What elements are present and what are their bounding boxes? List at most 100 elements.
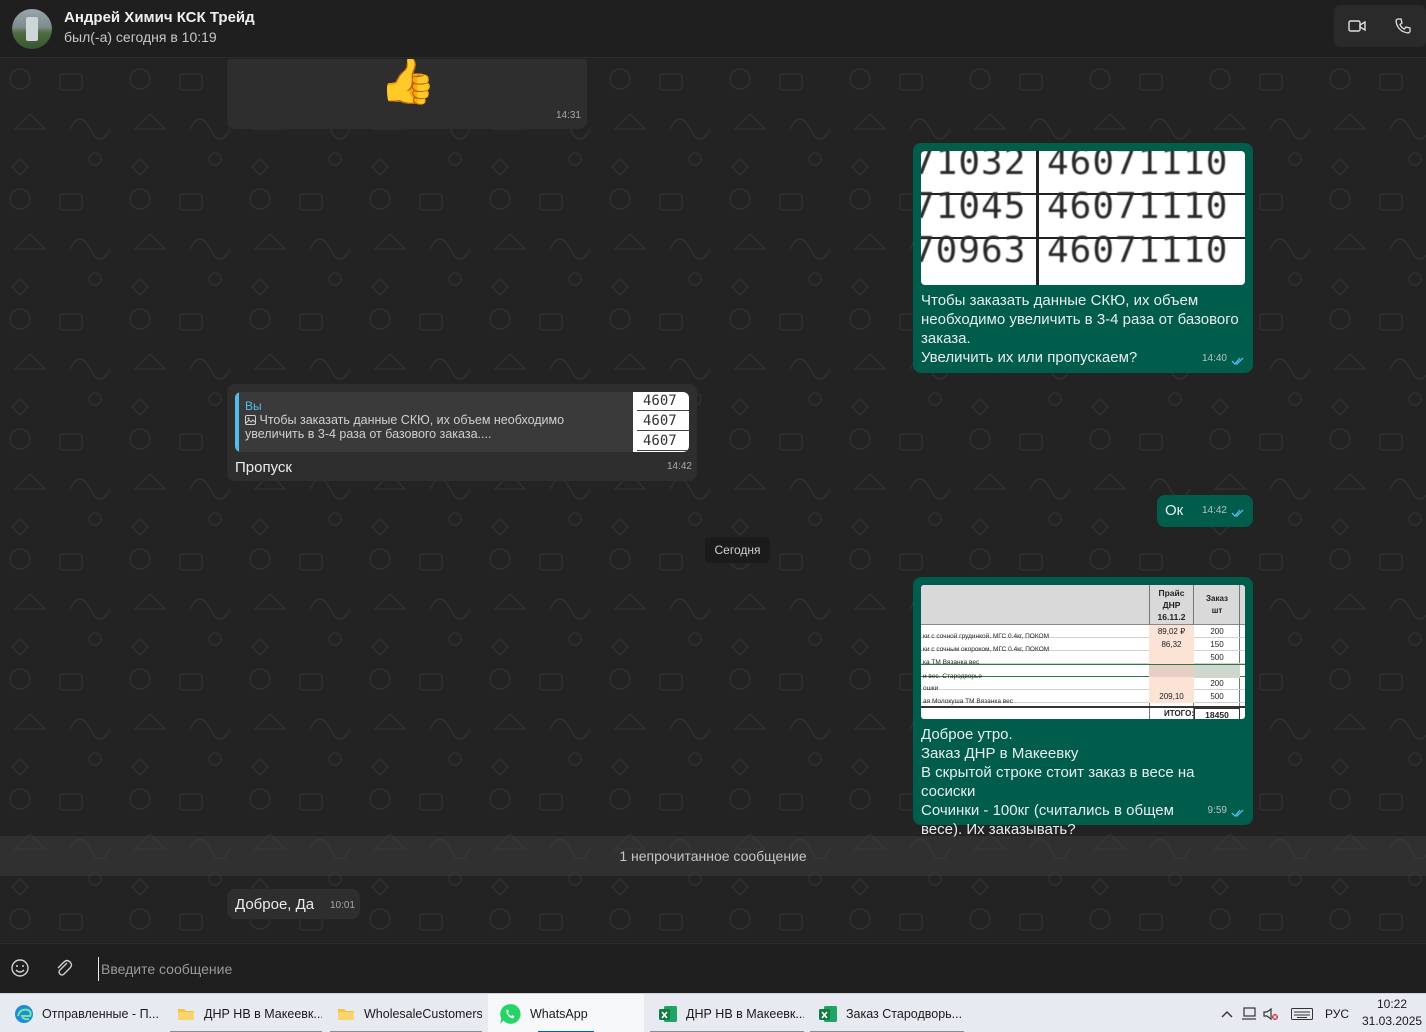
sheet-row: ки с сочным окороком, МГС 0.4кг, ПОКОМ 8… (921, 638, 1245, 653)
clock-time: 10:22 (1376, 997, 1408, 1011)
sheet-row: ка ТМ Вязанка вес 500 (921, 651, 1245, 666)
sheet-row: ошки 200 (921, 677, 1245, 692)
message-time: 14:42 (1201, 505, 1227, 516)
sku-image[interactable]: 71032 46071110 71045 46071110 70963 4607… (921, 151, 1245, 285)
network-button[interactable] (1238, 994, 1260, 1032)
quoted-message[interactable]: Вы Чтобы заказать данные СКЮ, их объем н… (235, 392, 689, 452)
task-label: Отправленные - П... (42, 1006, 159, 1021)
call-buttons (1334, 5, 1426, 47)
taskbar-item-folder[interactable]: ДНР НВ в Макеевк... (170, 994, 322, 1032)
task-label: ДНР НВ в Макеевк... (686, 1006, 804, 1021)
sheet-price: 86,32 (1149, 638, 1194, 651)
chat-area[interactable]: 👍 14:31 71032 46071110 71045 46071110 70… (0, 59, 1426, 943)
message-incoming[interactable]: 👍 14:31 (227, 59, 587, 129)
spreadsheet-image[interactable]: Прайс ДНР 16.11.2 Заказ шт ки с сочной г… (921, 585, 1245, 719)
image-icon (245, 415, 256, 425)
video-camera-icon (1348, 20, 1366, 32)
message-time: 14:42 (666, 461, 692, 472)
taskbar-item-excel[interactable]: Заказ Стародворь... (810, 994, 964, 1032)
show-hidden-icons-button[interactable] (1216, 994, 1238, 1032)
sheet-price: 89,02 ₽ (1149, 625, 1194, 638)
sheet-price (1149, 677, 1194, 690)
read-ticks-icon (1231, 809, 1244, 817)
unread-divider: 1 непрочитанное сообщение (0, 836, 1426, 876)
price-header: Прайс ДНР 16.11.2 (1157, 588, 1186, 622)
total-value: 18450 (1194, 708, 1240, 719)
table-divider (1036, 151, 1039, 285)
thumbs-up-emoji: 👍 (379, 59, 437, 106)
message-incoming[interactable]: Доброе, Да 10:01 (227, 889, 360, 919)
barcode: 46071110 (1047, 151, 1229, 183)
contact-avatar[interactable] (12, 9, 52, 49)
sku-code: 71045 (921, 186, 1027, 227)
total-label: ИТОГО: (1164, 709, 1194, 718)
speaker-muted-icon (1263, 1007, 1278, 1020)
sheet-qty: 200 (1210, 627, 1224, 636)
sheet-qty: 500 (1210, 692, 1224, 701)
quote-thumbnail: 4607 4607 4607 (633, 392, 689, 452)
sheet-total-row: ИТОГО: 18450 (921, 706, 1245, 719)
voice-call-button[interactable] (1380, 5, 1426, 47)
message-text: Пропуск (235, 459, 292, 476)
message-time: 10:01 (329, 900, 355, 911)
sheet-price (1149, 651, 1194, 664)
message-time: 14:40 (1201, 353, 1227, 364)
clock-date: 31.03.2025 (1362, 1014, 1423, 1028)
keyboard-button[interactable] (1288, 994, 1316, 1032)
sheet-row: и вес. Стародворье (921, 664, 1245, 680)
quote-accent-bar (235, 392, 239, 452)
message-text: Чтобы заказать данные СКЮ, их объем необ… (921, 292, 1239, 366)
sku-code: 71032 (921, 151, 1027, 183)
network-icon (1242, 1006, 1256, 1020)
quote-text: Чтобы заказать данные СКЮ, их объем необ… (245, 413, 625, 441)
message-time: 9:59 (1207, 805, 1227, 816)
read-ticks-icon (1231, 357, 1244, 365)
folder-icon (178, 1008, 194, 1020)
message-text: Ок (1165, 502, 1184, 519)
taskbar-item-edge[interactable]: Отправленные - П... (8, 994, 164, 1032)
barcode: 46071110 (1047, 186, 1229, 227)
task-label: ДНР НВ в Макеевк... (204, 1006, 322, 1021)
taskbar-item-folder[interactable]: WholesaleCustomers (330, 994, 482, 1032)
message-time: 14:31 (555, 110, 581, 121)
message-text: Доброе, Да (235, 896, 315, 913)
sheet-row: ки с сочной грудинкой, МГС 0.4кг, ПОКОМ … (921, 625, 1245, 640)
excel-icon (659, 1005, 677, 1022)
message-input[interactable] (98, 957, 1398, 981)
sheet-qty: 500 (1210, 653, 1224, 662)
message-composer (0, 943, 1426, 993)
clock[interactable]: 10:22 31.03.2025 (1362, 996, 1422, 1030)
message-outgoing[interactable]: Прайс ДНР 16.11.2 Заказ шт ки с сочной г… (913, 577, 1253, 838)
video-call-button[interactable] (1334, 5, 1380, 47)
chat-header: Андрей Химич КСК Трейд был(-а) сегодня в… (0, 0, 1426, 58)
message-outgoing[interactable]: Ок 14:42 (1157, 495, 1253, 527)
windows-taskbar: Отправленные - П... ДНР НВ в Макеевк... … (0, 993, 1426, 1032)
folder-icon (338, 1008, 354, 1020)
keyboard-icon (1291, 1007, 1313, 1020)
emoji-icon[interactable] (10, 958, 30, 978)
message-text: Доброе утро. Заказ ДНР в Макеевку В скры… (921, 726, 1195, 838)
message-outgoing[interactable]: 71032 46071110 71045 46071110 70963 4607… (913, 143, 1253, 373)
edge-icon (15, 1004, 33, 1023)
sheet-row: ая Молокуша ТМ Вязанка вес 209,10 500 (921, 690, 1245, 705)
thumb-row: 4607 (637, 432, 689, 451)
taskbar-item-excel[interactable]: ДНР НВ в Макеевк... (650, 994, 804, 1032)
volume-button[interactable] (1260, 994, 1282, 1032)
taskbar-item-whatsapp[interactable]: WhatsApp (488, 994, 644, 1032)
sheet-qty: 200 (1210, 679, 1224, 688)
paperclip-icon[interactable] (53, 957, 73, 979)
date-divider: Сегодня (705, 537, 770, 563)
thumb-row: 4607 (637, 412, 689, 431)
whatsapp-icon (500, 1003, 521, 1024)
quote-text-content: Чтобы заказать данные СКЮ, их объем необ… (245, 413, 565, 441)
sheet-qty: 150 (1210, 640, 1224, 649)
task-label: Заказ Стародворь... (846, 1006, 963, 1021)
phone-icon (1395, 18, 1411, 34)
language-indicator[interactable]: РУС (1320, 994, 1354, 1032)
thumb-row: 4607 (637, 392, 689, 411)
message-incoming[interactable]: Вы Чтобы заказать данные СКЮ, их объем н… (227, 384, 697, 481)
qty-header: Заказ шт (1206, 594, 1228, 615)
contact-name[interactable]: Андрей Химич КСК Трейд (64, 9, 255, 26)
chevron-up-icon (1221, 1010, 1233, 1017)
sku-image-row: 70963 46071110 (921, 233, 1245, 283)
